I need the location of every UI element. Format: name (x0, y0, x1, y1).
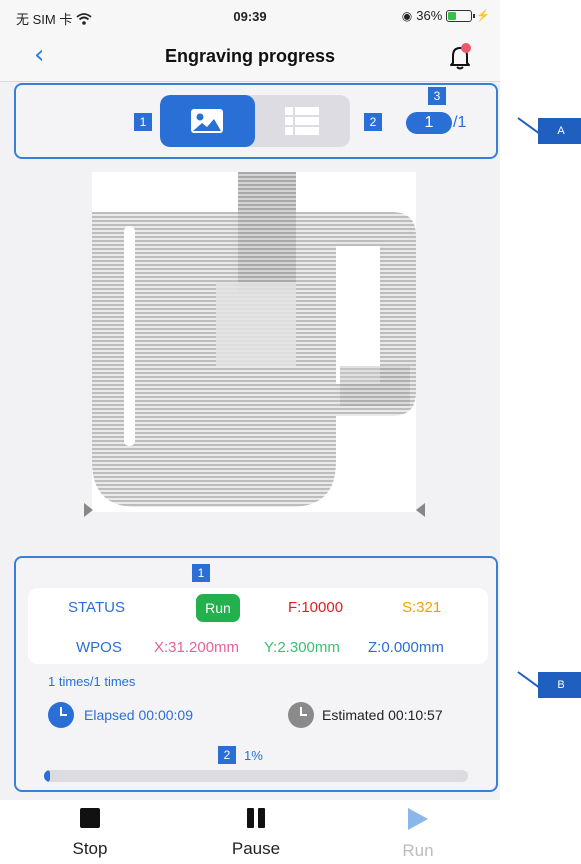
left-arrow-icon (84, 503, 93, 517)
battery-percent: 36% (416, 8, 443, 23)
pause-label: Pause (231, 839, 281, 858)
status-panel: 1 STATUS Run F:10000 S:321 WPOS X:31.200… (14, 556, 498, 792)
estimated-time: Estimated 00:10:57 (322, 707, 443, 723)
callout-b-line (517, 671, 540, 689)
play-icon (408, 808, 428, 830)
right-arrow-icon (416, 503, 425, 517)
estimated-clock-icon (288, 702, 314, 728)
orientation-lock-icon: ◉ (401, 8, 413, 23)
pause-icon (246, 808, 266, 828)
status-bar: 无 SIM 卡 09:39 ◉ 36% ⚡ (0, 0, 500, 30)
stop-button[interactable]: Stop (50, 808, 130, 859)
callout-b: B (538, 672, 581, 698)
engraving-preview (92, 172, 416, 512)
status-label: STATUS (68, 599, 125, 616)
wpos-label: WPOS (76, 639, 122, 656)
run-label: Run (402, 841, 434, 860)
bell-icon[interactable] (446, 42, 474, 70)
view-toggle (160, 95, 350, 147)
list-icon (285, 107, 319, 135)
marker-1: 1 (134, 113, 152, 131)
battery-group: ◉ 36% ⚡ (402, 8, 490, 23)
callout-a-line (517, 117, 540, 135)
phone-screen: 无 SIM 卡 09:39 ◉ 36% ⚡ ‹ Engraving progre… (0, 0, 500, 864)
x-position: X:31.200mm (154, 639, 240, 656)
progress-percent: 1% (244, 748, 263, 763)
stop-icon (80, 808, 100, 828)
page-title: Engraving progress (164, 46, 336, 66)
elapsed-clock-icon (48, 702, 74, 728)
page-total: /1 (453, 114, 467, 131)
elapsed-time: Elapsed 00:00:09 (84, 707, 193, 723)
view-switch-panel: 1 2 3 1 /1 (14, 83, 498, 159)
progress-bar (44, 770, 468, 782)
nav-bar: ‹ Engraving progress (0, 30, 500, 82)
marker-2: 2 (364, 113, 382, 131)
pause-button[interactable]: Pause (216, 808, 296, 859)
page-current[interactable]: 1 (406, 112, 452, 134)
image-icon (191, 109, 223, 133)
progress-fill (44, 770, 51, 782)
marker-status: 1 (192, 564, 210, 582)
run-button[interactable]: Run (378, 808, 458, 861)
battery-icon (446, 9, 476, 22)
y-position: Y:2.300mm (264, 639, 340, 656)
z-position: Z:0.000mm (368, 639, 444, 656)
machine-status-card: STATUS Run F:10000 S:321 WPOS X:31.200mm… (28, 588, 488, 664)
pass-count: 1 times/1 times (48, 674, 136, 689)
feed-rate: F:10000 (288, 599, 344, 616)
charging-icon: ⚡ (476, 10, 490, 22)
mug-preview-image (92, 172, 416, 507)
image-view-button[interactable] (160, 95, 255, 147)
marker-3: 3 (428, 87, 446, 105)
run-status-badge: Run (196, 594, 240, 622)
stop-label: Stop (72, 839, 108, 858)
bottom-toolbar: Stop Pause Run (0, 800, 500, 864)
spindle-speed: S:321 (402, 599, 442, 616)
list-view-button[interactable] (255, 95, 350, 147)
callout-a: A (538, 118, 581, 144)
marker-progress: 2 (218, 746, 236, 764)
